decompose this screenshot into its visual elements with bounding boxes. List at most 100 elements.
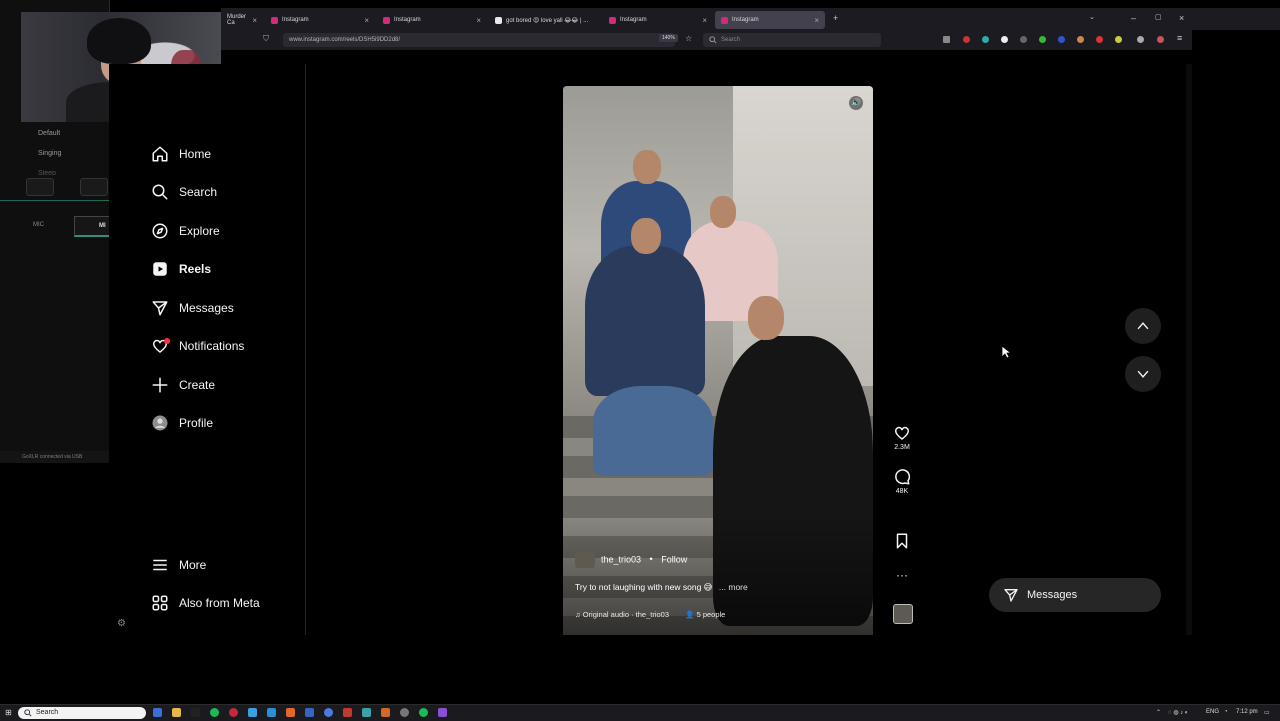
plus-icon — [151, 376, 169, 394]
extension-icon[interactable] — [1096, 36, 1103, 43]
url-bar[interactable]: www.instagram.com/reels/DSH5i9DD2d8/ — [283, 33, 675, 47]
nav-more[interactable]: More — [151, 553, 206, 577]
notification-center-icon[interactable]: ▭ — [1264, 709, 1270, 716]
task-view-icon[interactable] — [153, 708, 162, 717]
app-icon[interactable] — [419, 708, 428, 717]
tab-tiktok[interactable]: got bored 😍 love yall 😂😂 | ... — [489, 11, 601, 29]
previous-reel-button[interactable] — [1125, 308, 1161, 344]
nav-explore[interactable]: Explore — [151, 219, 220, 243]
clock[interactable]: 7:12 pm — [1236, 709, 1258, 715]
start-icon[interactable]: ⊞ — [5, 708, 12, 717]
tiktok-icon — [495, 16, 502, 24]
volume-icon[interactable]: 🔊 — [849, 96, 863, 110]
extension-icon[interactable] — [1039, 36, 1046, 43]
next-reel-button[interactable] — [1125, 356, 1161, 392]
spotify-icon[interactable] — [210, 708, 219, 717]
extension-icon[interactable] — [1058, 36, 1065, 43]
app-icon[interactable] — [438, 708, 447, 717]
nav-profile[interactable]: Profile — [151, 411, 213, 435]
tab-instagram-1[interactable]: Instagram × — [265, 11, 375, 29]
comment-button[interactable]: 48K — [888, 468, 916, 495]
obs-icon[interactable] — [400, 708, 409, 717]
tray-icons[interactable]: ◌ ◍ ♪ ◐ — [1168, 709, 1188, 716]
reel-video[interactable]: 🔊 the_trio03 • Follow Try to not laughin… — [563, 86, 873, 635]
preset-singing[interactable]: Singing — [0, 150, 100, 157]
mic-tab[interactable]: MI — [74, 216, 110, 237]
goxlr-save-button[interactable] — [26, 178, 54, 196]
tab-murder[interactable]: Murder Ca × — [221, 11, 263, 29]
goxlr-file-button[interactable] — [80, 178, 108, 196]
people-icon: 👤 — [685, 610, 695, 619]
author-avatar[interactable] — [575, 552, 595, 568]
library-icon[interactable] — [943, 36, 950, 43]
search-icon — [151, 183, 169, 201]
bookmark-star-icon[interactable]: ☆ — [685, 34, 692, 43]
shield-icon[interactable]: ⛉ — [263, 34, 269, 44]
app-icon[interactable] — [324, 708, 333, 717]
app-icon[interactable] — [381, 708, 390, 717]
app-icon[interactable] — [248, 708, 257, 717]
tab-list-icon[interactable]: ⌄ — [1089, 13, 1095, 21]
file-explorer-icon[interactable] — [172, 708, 181, 717]
preset-sleep[interactable]: Sleep — [0, 170, 100, 175]
messages-pill-label: Messages — [1027, 589, 1078, 601]
nav-create[interactable]: Create — [151, 373, 215, 397]
reel-username[interactable]: the_trio03 — [601, 554, 641, 564]
extension-icon[interactable] — [963, 36, 970, 43]
nav-notifications-label: Notifications — [179, 339, 245, 353]
app-icon[interactable] — [229, 708, 238, 717]
reel-author-row: the_trio03 • Follow — [575, 552, 865, 568]
extension-icon[interactable] — [1001, 36, 1008, 43]
search-input[interactable]: Search — [703, 33, 881, 47]
goxlr-status: GoXLR connected via USB — [0, 451, 109, 463]
language-indicator[interactable]: ENG — [1206, 709, 1219, 715]
firefox-icon[interactable] — [286, 708, 295, 717]
follow-button[interactable]: Follow — [661, 554, 687, 564]
extension-icon[interactable] — [982, 36, 989, 43]
reel-audio[interactable]: Original audio · the_trio03 — [583, 610, 669, 619]
zoom-badge[interactable]: 140% — [659, 34, 678, 42]
minimize-button[interactable]: – — [1131, 13, 1136, 23]
nav-profile-label: Profile — [179, 416, 214, 430]
tab-instagram-2[interactable]: Instagram × — [377, 11, 487, 29]
audio-thumbnail[interactable] — [893, 604, 913, 624]
divider — [0, 200, 109, 201]
app-icon[interactable] — [305, 708, 314, 717]
app-icon[interactable] — [362, 708, 371, 717]
more-options-icon[interactable]: ··· — [888, 568, 916, 582]
extensions-puzzle-icon[interactable] — [1137, 36, 1144, 43]
gear-icon[interactable]: ⚙ — [117, 618, 126, 629]
app-icon[interactable] — [343, 708, 352, 717]
chevron-up-icon — [1137, 322, 1149, 330]
app-icon[interactable] — [191, 708, 200, 717]
extension-icon[interactable] — [1157, 36, 1164, 43]
network-icon[interactable]: ◔ — [1224, 709, 1228, 715]
preset-default[interactable]: Default — [0, 130, 100, 137]
app-icon[interactable] — [267, 708, 276, 717]
extension-icon[interactable] — [1020, 36, 1027, 43]
tab-instagram-3[interactable]: Instagram × — [603, 11, 713, 29]
messages-button[interactable]: Messages — [989, 578, 1161, 612]
like-button[interactable]: 2.3M — [888, 424, 916, 451]
new-tab-button[interactable]: + — [833, 13, 838, 23]
reel-people[interactable]: 5 people — [697, 610, 726, 619]
save-button[interactable] — [888, 532, 916, 552]
nav-home[interactable]: Home — [151, 142, 211, 166]
nav-search[interactable]: Search — [151, 180, 217, 204]
page-scrollbar[interactable] — [1186, 64, 1192, 635]
tray-overflow-icon[interactable]: ⌃ — [1156, 709, 1161, 716]
extension-icon[interactable] — [1077, 36, 1084, 43]
close-window-button[interactable]: × — [1179, 13, 1184, 23]
nav-home-label: Home — [179, 147, 212, 161]
menu-icon[interactable]: ≡ — [1177, 33, 1182, 43]
extension-icon[interactable] — [1115, 36, 1122, 43]
taskbar-search[interactable]: Search — [18, 707, 146, 719]
taskbar: ⊞ Search ⌃ ◌ ◍ ♪ ◐ ENG ◔ 7:12 pm ▭ — [0, 704, 1280, 721]
maximize-button[interactable]: ▢ — [1155, 13, 1162, 21]
nav-reels[interactable]: Reels — [151, 257, 211, 281]
nav-messages[interactable]: Messages — [151, 296, 234, 320]
nav-notifications[interactable]: Notifications — [151, 334, 244, 358]
caption-more-link[interactable]: ... more — [719, 582, 748, 592]
tab-instagram-active[interactable]: Instagram × — [715, 11, 825, 29]
nav-also-from-meta[interactable]: Also from Meta — [151, 591, 260, 615]
